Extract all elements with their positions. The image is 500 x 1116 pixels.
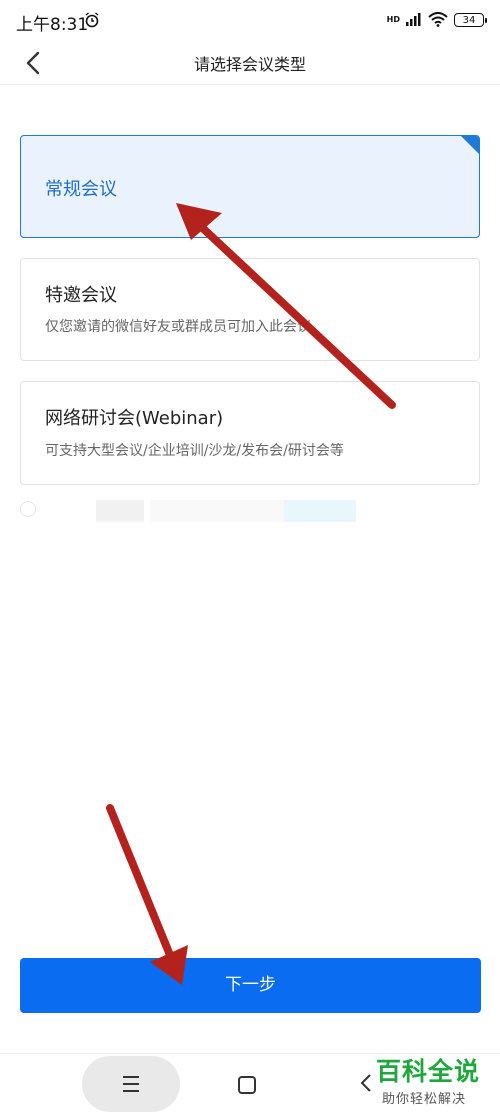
obscured-tip-row	[20, 498, 380, 524]
menu-icon	[123, 1076, 139, 1092]
option-invited-meeting[interactable]: 特邀会议 仅您邀请的微信好友或群成员可加入此会议	[20, 258, 480, 361]
status-bar: 上午8:31 HD 34	[0, 0, 500, 42]
option-regular-meeting[interactable]: 常规会议	[20, 135, 480, 238]
home-icon[interactable]	[238, 1076, 256, 1094]
watermark: 百科全说 助你轻松解决	[372, 1050, 494, 1110]
blur-block	[284, 500, 356, 522]
option-description: 仅您邀请的微信好友或群成员可加入此会议	[45, 319, 311, 335]
option-description: 可支持大型会议/企业培训/沙龙/发布会/研讨会等	[45, 443, 344, 459]
signal-icon	[406, 13, 421, 26]
status-icons: HD 34	[386, 12, 487, 27]
nav-menu-button[interactable]	[82, 1056, 180, 1112]
network-type-label: HD	[386, 14, 400, 24]
selected-corner-mark	[461, 136, 479, 154]
header: 请选择会议类型	[0, 42, 500, 85]
option-webinar[interactable]: 网络研讨会(Webinar) 可支持大型会议/企业培训/沙龙/发布会/研讨会等	[20, 381, 480, 485]
blur-block	[96, 500, 144, 522]
status-time: 上午8:31	[16, 15, 89, 35]
next-step-button[interactable]: 下一步	[20, 958, 481, 1013]
info-icon	[20, 501, 36, 517]
alarm-icon	[85, 12, 99, 28]
page-title: 请选择会议类型	[193, 55, 306, 74]
option-title: 特邀会议	[45, 285, 117, 306]
watermark-subtitle: 助你轻松解决	[382, 1092, 467, 1107]
option-title: 网络研讨会(Webinar)	[45, 408, 224, 429]
watermark-title: 百科全说	[376, 1057, 481, 1086]
wifi-icon	[428, 12, 448, 27]
battery-icon: 34	[454, 12, 487, 27]
option-title: 常规会议	[45, 179, 117, 200]
